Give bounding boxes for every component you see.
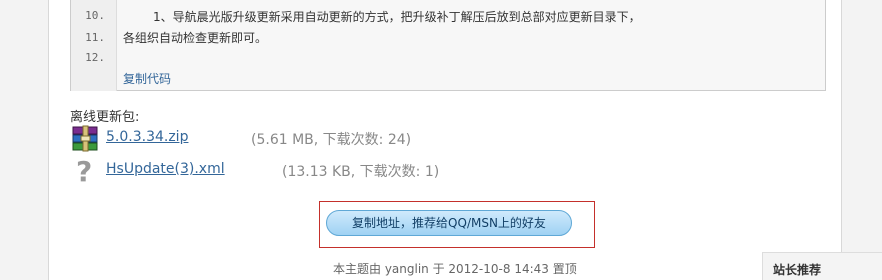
code-line: 各组织自动检查更新即可。 [123, 31, 268, 45]
attachment-link[interactable]: HsUpdate(3).xml [106, 161, 225, 177]
archive-icon [70, 124, 102, 154]
topic-sticky-info: 本主题由 yanglin 于 2012-10-8 14:43 置顶 [333, 262, 577, 276]
share-highlight-frame: 复制地址，推荐给QQ/MSN上的好友 [319, 201, 595, 248]
sidebar-recommend-panel: 站长推荐 [762, 252, 882, 280]
line-number: 11. [85, 31, 105, 44]
sidebar-recommend-title: 站长推荐 [773, 263, 822, 277]
line-number: 12. [85, 51, 105, 64]
attachment-meta: (13.13 KB, 下载次数: 1) [282, 164, 440, 180]
code-block: 10. 11. 12. 1、导航晨光版升级更新采用自动更新的方式，把升级补丁解压… [70, 0, 826, 91]
svg-text:?: ? [76, 155, 92, 185]
copy-share-address-button[interactable]: 复制地址，推荐给QQ/MSN上的好友 [326, 210, 572, 236]
content-left-border [48, 0, 49, 280]
attachment-link[interactable]: 5.0.3.34.zip [106, 129, 188, 145]
copy-code-link[interactable]: 复制代码 [123, 70, 171, 87]
line-number: 10. [85, 9, 105, 22]
code-line: 1、导航晨光版升级更新采用自动更新的方式，把升级补丁解压后放到总部对应更新目录下… [153, 10, 641, 24]
unknown-file-icon: ? [70, 155, 102, 188]
content-right-border [841, 0, 842, 280]
offline-package-title: 离线更新包: [70, 110, 140, 125]
attachment-meta: (5.61 MB, 下载次数: 24) [251, 132, 412, 148]
